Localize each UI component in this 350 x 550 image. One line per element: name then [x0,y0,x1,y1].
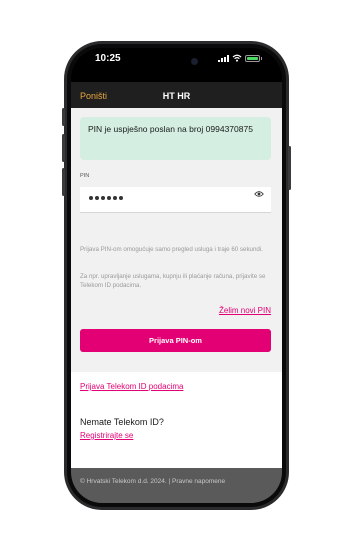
dynamic-island [142,53,206,70]
login-pin-button[interactable]: Prijava PIN-om [80,329,271,352]
pin-input[interactable] [80,187,271,213]
nav-bar: Poništi HT HR [71,82,282,108]
wifi-icon [232,54,242,62]
footer-text: © Hrvatski Telekom d.d. 2024. | Pravne n… [80,478,226,485]
side-button [62,108,65,126]
new-pin-link[interactable]: Želim novi PIN [219,306,271,315]
camera-icon [191,58,198,65]
alternate-login-section: Prijava Telekom ID podacima Nemate Telek… [71,372,282,468]
pin-label: PIN [80,173,90,179]
eye-icon[interactable] [254,190,264,198]
no-telekom-id-label: Nemate Telekom ID? [80,417,164,427]
volume-up-button [62,134,65,162]
volume-down-button [62,168,65,196]
status-icons [218,54,262,62]
telekom-id-info-text: Za npr. upravljanje uslugama, kupnju ili… [80,273,266,289]
phone-screen: 10:25 Poništi HT HR PIN je uspješno posl… [71,48,282,503]
battery-icon [245,54,262,62]
pin-info-text: Prijava PIN-om omogućuje samo pregled us… [80,246,263,253]
power-button [288,146,291,190]
footer: © Hrvatski Telekom d.d. 2024. | Pravne n… [71,468,282,503]
status-bar: 10:25 [71,48,282,82]
status-time: 10:25 [95,53,121,64]
pin-login-section: PIN je uspješno poslan na broj 099437087… [71,108,282,372]
signal-icon [218,54,229,62]
register-link[interactable]: Registrirajte se [80,431,133,440]
pin-masked-value [89,196,123,200]
success-alert: PIN je uspješno poslan na broj 099437087… [80,117,271,160]
telekom-id-login-link[interactable]: Prijava Telekom ID podacima [80,382,183,391]
page-title: HT HR [162,91,191,101]
